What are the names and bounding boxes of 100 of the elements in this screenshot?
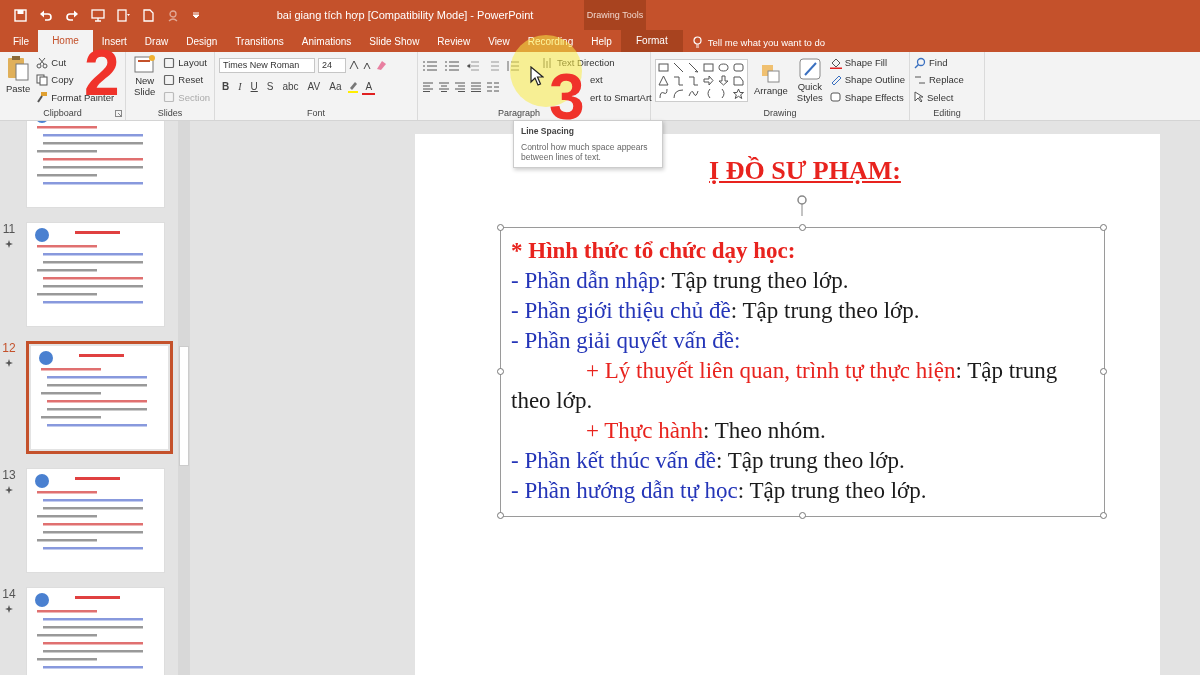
ribbon-tab[interactable]: Transitions bbox=[226, 32, 293, 52]
shape-icon bbox=[733, 61, 744, 73]
font-name-field[interactable]: Times New Roman bbox=[219, 57, 315, 73]
paint-bucket-icon bbox=[829, 56, 842, 69]
font-style-button[interactable]: S bbox=[263, 79, 277, 95]
slide-bullet-text: + Lý thuyết liên quan, trình tự thực hiện: Tập trung theo lớp. bbox=[511, 357, 1059, 415]
undo-icon[interactable] bbox=[39, 9, 53, 21]
group-label: Editing bbox=[933, 108, 961, 118]
slide-bullet-text: - Phần kết thúc vấn đề: Tập trung theo lớp. bbox=[511, 447, 906, 475]
new-slide-button[interactable]: New Slide bbox=[130, 54, 160, 106]
customize-toolbar-icon[interactable] bbox=[192, 11, 200, 19]
resize-handle[interactable] bbox=[1100, 224, 1107, 231]
toolbar-icon[interactable] bbox=[117, 8, 131, 22]
shape-effects-button[interactable]: Shape Effects bbox=[829, 89, 905, 106]
tooltip-title: Line Spacing bbox=[521, 126, 575, 136]
numbering-icon bbox=[444, 61, 460, 71]
save-icon[interactable] bbox=[14, 8, 27, 22]
text-direction-icon bbox=[542, 56, 554, 69]
shape-icon bbox=[673, 61, 684, 73]
shape-fill-button[interactable]: Shape Fill bbox=[829, 54, 905, 71]
font-style-button[interactable]: Aa bbox=[326, 79, 345, 95]
layout-button[interactable]: Layout bbox=[163, 54, 210, 71]
ribbon-tab[interactable]: View bbox=[479, 32, 519, 52]
ribbon-tab[interactable]: Format bbox=[620, 30, 683, 52]
layout-icon bbox=[163, 56, 176, 69]
reset-icon bbox=[163, 74, 176, 86]
contextual-tab-header: Drawing Tools bbox=[586, 10, 644, 20]
replace-button[interactable]: Replace bbox=[914, 72, 964, 88]
columns-icon bbox=[486, 82, 500, 92]
decrease-indent-icon bbox=[466, 61, 480, 71]
slide-bullet-text: - Phần dẫn nhập: Tập trung theo lớp. bbox=[511, 267, 850, 295]
select-button[interactable]: Select bbox=[914, 89, 964, 106]
dialog-launcher-icon bbox=[115, 110, 122, 117]
shape-outline-button[interactable]: Shape Outline bbox=[829, 72, 905, 88]
ribbon-tab[interactable]: Help bbox=[582, 32, 621, 52]
paste-button[interactable]: Paste bbox=[4, 54, 33, 106]
shape-icon bbox=[703, 74, 714, 86]
x bbox=[91, 8, 105, 22]
group-label: Slides bbox=[157, 108, 183, 118]
reset-button[interactable]: Reset bbox=[163, 72, 210, 88]
presentation-icon[interactable] bbox=[91, 8, 105, 22]
ribbon-tab[interactable]: Animations bbox=[292, 32, 361, 52]
resize-handle[interactable] bbox=[497, 224, 504, 231]
align-text-button[interactable]: ext bbox=[590, 72, 652, 88]
scrollbar[interactable] bbox=[178, 121, 190, 675]
resize-handle[interactable] bbox=[497, 368, 504, 375]
ribbon-tab[interactable]: Insert bbox=[92, 32, 136, 52]
text-direction-button[interactable]: Text Direction bbox=[542, 54, 652, 71]
font-style-button[interactable]: I bbox=[235, 79, 245, 95]
ribbon-tab[interactable]: File bbox=[4, 32, 39, 52]
shape-icon bbox=[733, 87, 744, 99]
ribbon-tab[interactable]: Draw bbox=[135, 32, 178, 52]
ribbon-tab[interactable]: Slide Show bbox=[360, 32, 429, 52]
search-icon bbox=[914, 56, 926, 69]
ribbon-tab[interactable]: Home bbox=[38, 30, 93, 52]
shapes-gallery[interactable] bbox=[655, 58, 748, 102]
touch-mode-icon[interactable] bbox=[166, 8, 180, 22]
convert-smartart-button[interactable]: ert to SmartArt bbox=[590, 89, 652, 106]
shape-icon bbox=[673, 74, 684, 86]
shape-icon bbox=[718, 74, 729, 86]
font-style-button[interactable]: U bbox=[247, 79, 261, 95]
slide-number: 12 bbox=[2, 341, 16, 355]
quick-styles-button[interactable]: Quick Styles bbox=[793, 54, 826, 106]
shape-icon bbox=[688, 74, 699, 86]
resize-handle[interactable] bbox=[497, 512, 504, 519]
group-label: Clipboard bbox=[43, 108, 82, 118]
shrink-font-icon bbox=[362, 60, 372, 70]
arrange-button[interactable]: Arrange bbox=[752, 54, 790, 106]
resize-handle[interactable] bbox=[798, 224, 806, 231]
slide-bullet-text: - Phần hướng dẫn tự học: Tập trung theo lớp. bbox=[511, 477, 928, 505]
resize-handle[interactable] bbox=[1100, 512, 1107, 519]
text-box[interactable] bbox=[500, 227, 1105, 517]
copy-icon bbox=[36, 74, 49, 86]
paintbrush-icon bbox=[36, 91, 49, 104]
find-button[interactable]: Find bbox=[914, 54, 964, 71]
scissors-icon bbox=[36, 56, 49, 69]
new-document-icon[interactable] bbox=[143, 8, 154, 22]
quick-styles-icon bbox=[798, 57, 821, 80]
tell-me-field[interactable]: Tell me what you want to do bbox=[707, 36, 826, 48]
slide-heading: * Hình thức tổ chức dạy học: bbox=[511, 237, 797, 265]
mouse-pointer-icon bbox=[530, 66, 544, 86]
resize-handle[interactable] bbox=[1100, 368, 1107, 375]
font-style-button[interactable]: B bbox=[219, 79, 233, 95]
font-color-button[interactable]: A bbox=[362, 79, 376, 95]
shape-icon bbox=[658, 61, 669, 73]
ribbon-tab[interactable]: Design bbox=[177, 32, 227, 52]
line-spacing-icon bbox=[506, 60, 520, 72]
pencil-icon bbox=[829, 74, 842, 86]
font-style-button[interactable]: abc bbox=[279, 79, 302, 95]
slide-thumbnail[interactable] bbox=[26, 341, 173, 454]
slide-number: 14 bbox=[2, 587, 16, 601]
tooltip-text: Control how much space appears between lines of text. bbox=[521, 142, 648, 162]
font-size-field[interactable]: 24 bbox=[318, 57, 346, 73]
resize-handle[interactable] bbox=[798, 512, 806, 519]
ribbon-tab[interactable]: Review bbox=[428, 32, 480, 52]
x bbox=[117, 8, 131, 22]
justify-icon bbox=[470, 82, 482, 92]
redo-icon[interactable] bbox=[65, 9, 79, 21]
font-style-button[interactable]: AV bbox=[304, 79, 324, 95]
shape-icon bbox=[658, 74, 669, 86]
